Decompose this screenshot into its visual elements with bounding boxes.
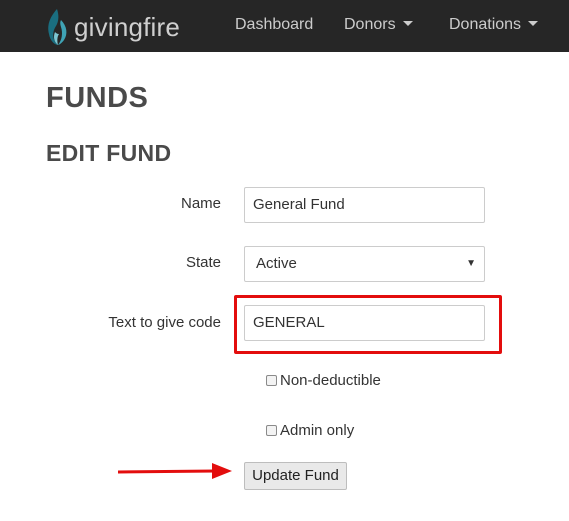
nav-donors-dropdown[interactable]: Donors [344,16,413,34]
state-label: State [185,254,221,271]
state-select[interactable]: Active ▼ [244,246,485,282]
name-field[interactable]: General Fund [244,187,485,223]
section-title: EDIT FUND [46,140,172,166]
non-deductible-checkbox[interactable] [266,375,277,386]
admin-only-checkbox[interactable] [266,425,277,436]
brand-logo[interactable]: givingfire [46,8,180,46]
name-label: Name [180,195,221,212]
flame-logo-icon [48,9,67,45]
nav-dashboard[interactable]: Dashboard [235,16,313,34]
caret-down-icon [528,21,539,26]
text-to-give-code-label: Text to give code [108,314,221,331]
update-fund-button[interactable]: Update Fund [244,462,347,490]
brand-name: givingfire [74,11,181,42]
admin-only-checkbox-row[interactable]: Admin only [266,422,354,439]
page-title: FUNDS [46,82,149,114]
red-arrow-annotation-icon [117,463,232,479]
top-navbar: givingfire Dashboard Donors Donations [0,0,569,52]
caret-down-icon [402,21,413,26]
non-deductible-label: Non-deductible [280,372,381,389]
nav-donations-dropdown[interactable]: Donations [449,16,539,34]
non-deductible-checkbox-row[interactable]: Non-deductible [266,372,381,389]
highlight-box-annotation [234,295,502,354]
state-select-value: Active [256,255,297,272]
admin-only-label: Admin only [280,422,355,439]
select-arrow-icon: ▼ [466,258,476,269]
